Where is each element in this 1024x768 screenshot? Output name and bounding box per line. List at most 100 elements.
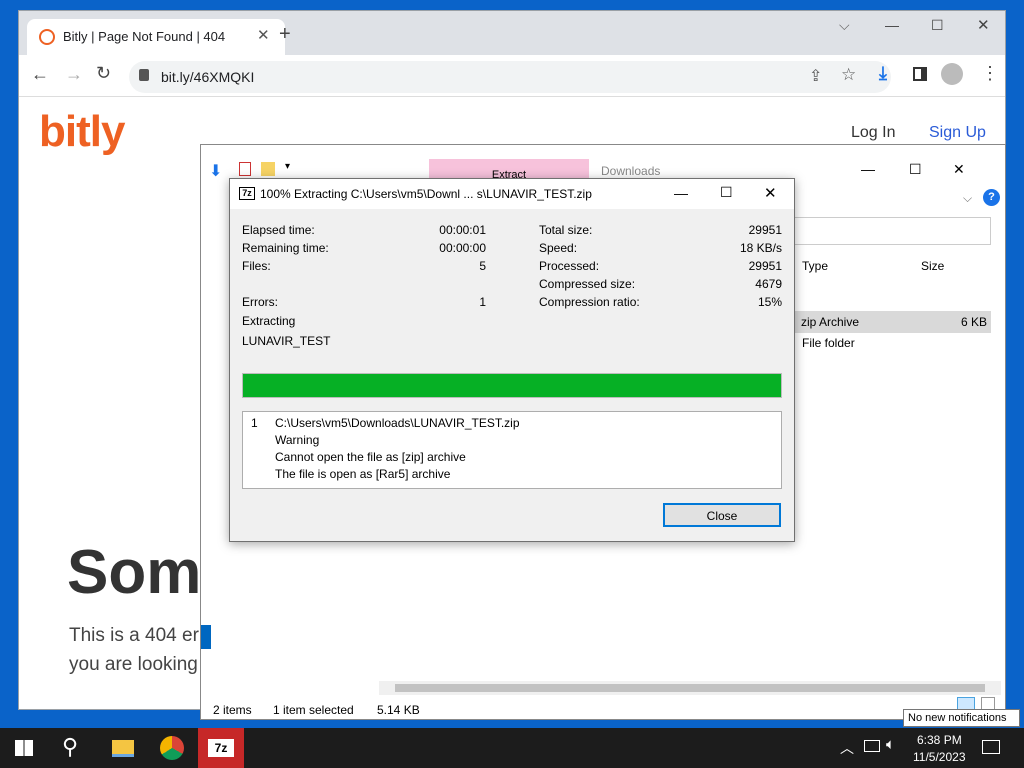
bookmark-star-icon[interactable]: ☆ xyxy=(841,65,856,85)
signup-link[interactable]: Sign Up xyxy=(929,124,986,142)
url-text: bit.ly/46XMQKI xyxy=(161,69,255,85)
back-icon[interactable]: ← xyxy=(31,64,49,85)
notification-center-icon[interactable] xyxy=(982,740,1000,754)
folder-icon[interactable] xyxy=(261,162,275,176)
current-item: LUNAVIR_TEST xyxy=(242,334,331,348)
compressed-size-label: Compressed size: xyxy=(539,277,636,291)
explorer-maximize-icon[interactable]: ☐ xyxy=(909,161,922,178)
log-entry-number: 1 xyxy=(251,416,258,430)
bitly-logo[interactable]: bitly xyxy=(39,107,125,157)
minimize-icon[interactable]: — xyxy=(885,17,899,33)
reload-icon[interactable]: ↻ xyxy=(96,63,111,84)
column-header-size[interactable]: Size xyxy=(921,259,944,273)
tab-search-icon[interactable]: ⌵ xyxy=(839,17,850,34)
speed-value: 18 KB/s xyxy=(739,241,782,255)
quick-access-download-icon[interactable]: ⬇ xyxy=(209,161,222,181)
ribbon-expand-icon[interactable]: ⌵ xyxy=(963,191,972,206)
folder-row-type[interactable]: File folder xyxy=(802,336,855,350)
7zip-taskbar-button[interactable]: 7z xyxy=(198,728,244,768)
message-log[interactable]: 1 C:\Users\vm5\Downloads\LUNAVIR_TEST.zi… xyxy=(242,411,782,489)
tab-strip: Bitly | Page Not Found | 404 ✕ + ⌵ — ☐ ✕ xyxy=(19,11,1005,55)
7zip-app-icon: 7z xyxy=(239,187,255,200)
maximize-icon[interactable]: ☐ xyxy=(931,17,944,34)
close-window-icon[interactable]: ✕ xyxy=(977,16,990,34)
search-icon[interactable]: ⚲ xyxy=(62,734,78,760)
dialog-close-icon[interactable]: ✕ xyxy=(764,184,777,202)
address-bar[interactable]: bit.ly/46XMQKI ⇪ ☆ xyxy=(129,61,891,93)
close-tab-icon[interactable]: ✕ xyxy=(257,26,270,44)
file-row-zip[interactable]: zip Archive 6 KB xyxy=(795,311,991,333)
speed-label: Speed: xyxy=(539,241,578,255)
bitly-favicon-icon xyxy=(39,29,55,45)
taskbar: ⚲ 7z ︿ 🔈︎ 6:38 PM 11/5/2023 xyxy=(0,728,1024,768)
file-type: zip Archive xyxy=(801,315,860,329)
total-size-value: 29951 xyxy=(748,223,782,237)
dialog-maximize-icon[interactable]: ☐ xyxy=(720,184,733,201)
file-size: 6 KB xyxy=(960,315,987,329)
elapsed-time-value: 00:00:01 xyxy=(439,223,486,237)
explorer-close-icon[interactable]: ✕ xyxy=(953,161,965,178)
remaining-time-label: Remaining time: xyxy=(242,241,329,255)
dialog-titlebar: 7z 100% Extracting C:\Users\vm5\Downl ..… xyxy=(230,179,794,209)
lock-icon xyxy=(139,69,149,81)
tab-title: Bitly | Page Not Found | 404 xyxy=(63,29,226,44)
windows-start-icon[interactable] xyxy=(15,740,33,756)
compressed-size-value: 4679 xyxy=(755,277,782,291)
show-hidden-icons-icon[interactable]: ︿ xyxy=(840,738,854,758)
total-size-label: Total size: xyxy=(539,223,593,237)
errors-label: Errors: xyxy=(242,295,278,309)
volume-muted-icon[interactable]: 🔈︎ xyxy=(886,736,895,753)
log-entry-message: Cannot open the file as [zip] archive xyxy=(275,450,466,464)
login-link[interactable]: Log In xyxy=(851,124,895,142)
status-size: 5.14 KB xyxy=(377,703,420,717)
tab-bitly[interactable]: Bitly | Page Not Found | 404 ✕ xyxy=(27,19,285,55)
explorer-search-box[interactable] xyxy=(791,217,991,245)
extract-progress-dialog: 7z 100% Extracting C:\Users\vm5\Downl ..… xyxy=(229,178,795,542)
elapsed-time-label: Elapsed time: xyxy=(242,223,315,237)
errors-value: 1 xyxy=(479,295,486,309)
processed-value: 29951 xyxy=(748,259,782,273)
explorer-minimize-icon[interactable]: — xyxy=(861,161,875,177)
page-text-line1: This is a 404 erro xyxy=(69,625,216,646)
files-value: 5 xyxy=(479,259,486,273)
menu-icon[interactable]: ⋮ xyxy=(981,63,999,84)
progress-fill xyxy=(243,374,781,397)
side-panel-icon[interactable] xyxy=(913,67,927,81)
processed-label: Processed: xyxy=(539,259,600,273)
explorer-title: Downloads xyxy=(601,164,661,178)
clock-date[interactable]: 11/5/2023 xyxy=(913,750,966,764)
new-tab-icon[interactable]: + xyxy=(279,23,291,46)
help-icon[interactable]: ? xyxy=(983,189,1000,206)
chrome-icon[interactable] xyxy=(160,736,184,760)
extracting-label: Extracting xyxy=(242,314,296,328)
download-icon[interactable]: ⤓ xyxy=(879,63,887,84)
properties-icon[interactable] xyxy=(239,162,251,176)
tooltip-text: No new notifications xyxy=(908,712,1007,724)
status-item-count: 2 items xyxy=(213,703,252,717)
compression-ratio-label: Compression ratio: xyxy=(539,295,640,309)
dialog-title: 100% Extracting C:\Users\vm5\Downl ... s… xyxy=(260,187,592,201)
log-entry-warning: Warning xyxy=(275,433,320,447)
page-text-line2: you are looking fo xyxy=(69,654,219,675)
network-icon[interactable] xyxy=(864,740,880,752)
dialog-minimize-icon[interactable]: — xyxy=(674,185,688,201)
forward-icon[interactable]: → xyxy=(65,64,83,85)
column-header-type[interactable]: Type xyxy=(802,259,828,273)
log-entry-path: C:\Users\vm5\Downloads\LUNAVIR_TEST.zip xyxy=(275,416,520,430)
scrollbar-thumb[interactable] xyxy=(395,684,985,692)
horizontal-scrollbar[interactable] xyxy=(379,681,1001,695)
compression-ratio-value: 15% xyxy=(757,295,782,309)
files-label: Files: xyxy=(242,259,271,273)
close-button[interactable]: Close xyxy=(663,503,781,527)
share-icon[interactable]: ⇪ xyxy=(809,66,822,86)
progress-bar xyxy=(242,373,782,398)
close-button-label: Close xyxy=(706,509,738,523)
file-explorer-icon[interactable] xyxy=(112,740,134,757)
log-entry-detail: The file is open as [Rar5] archive xyxy=(275,467,451,481)
left-nav-selection xyxy=(201,625,211,649)
7zip-taskbar-icon: 7z xyxy=(208,739,234,757)
clock-time[interactable]: 6:38 PM xyxy=(917,733,962,747)
profile-avatar-icon[interactable] xyxy=(941,63,963,85)
qat-dropdown-icon[interactable]: ▾ xyxy=(285,161,290,172)
toolbar: ← → ↻ bit.ly/46XMQKI ⇪ ☆ ⤓ ⋮ xyxy=(19,55,1005,97)
